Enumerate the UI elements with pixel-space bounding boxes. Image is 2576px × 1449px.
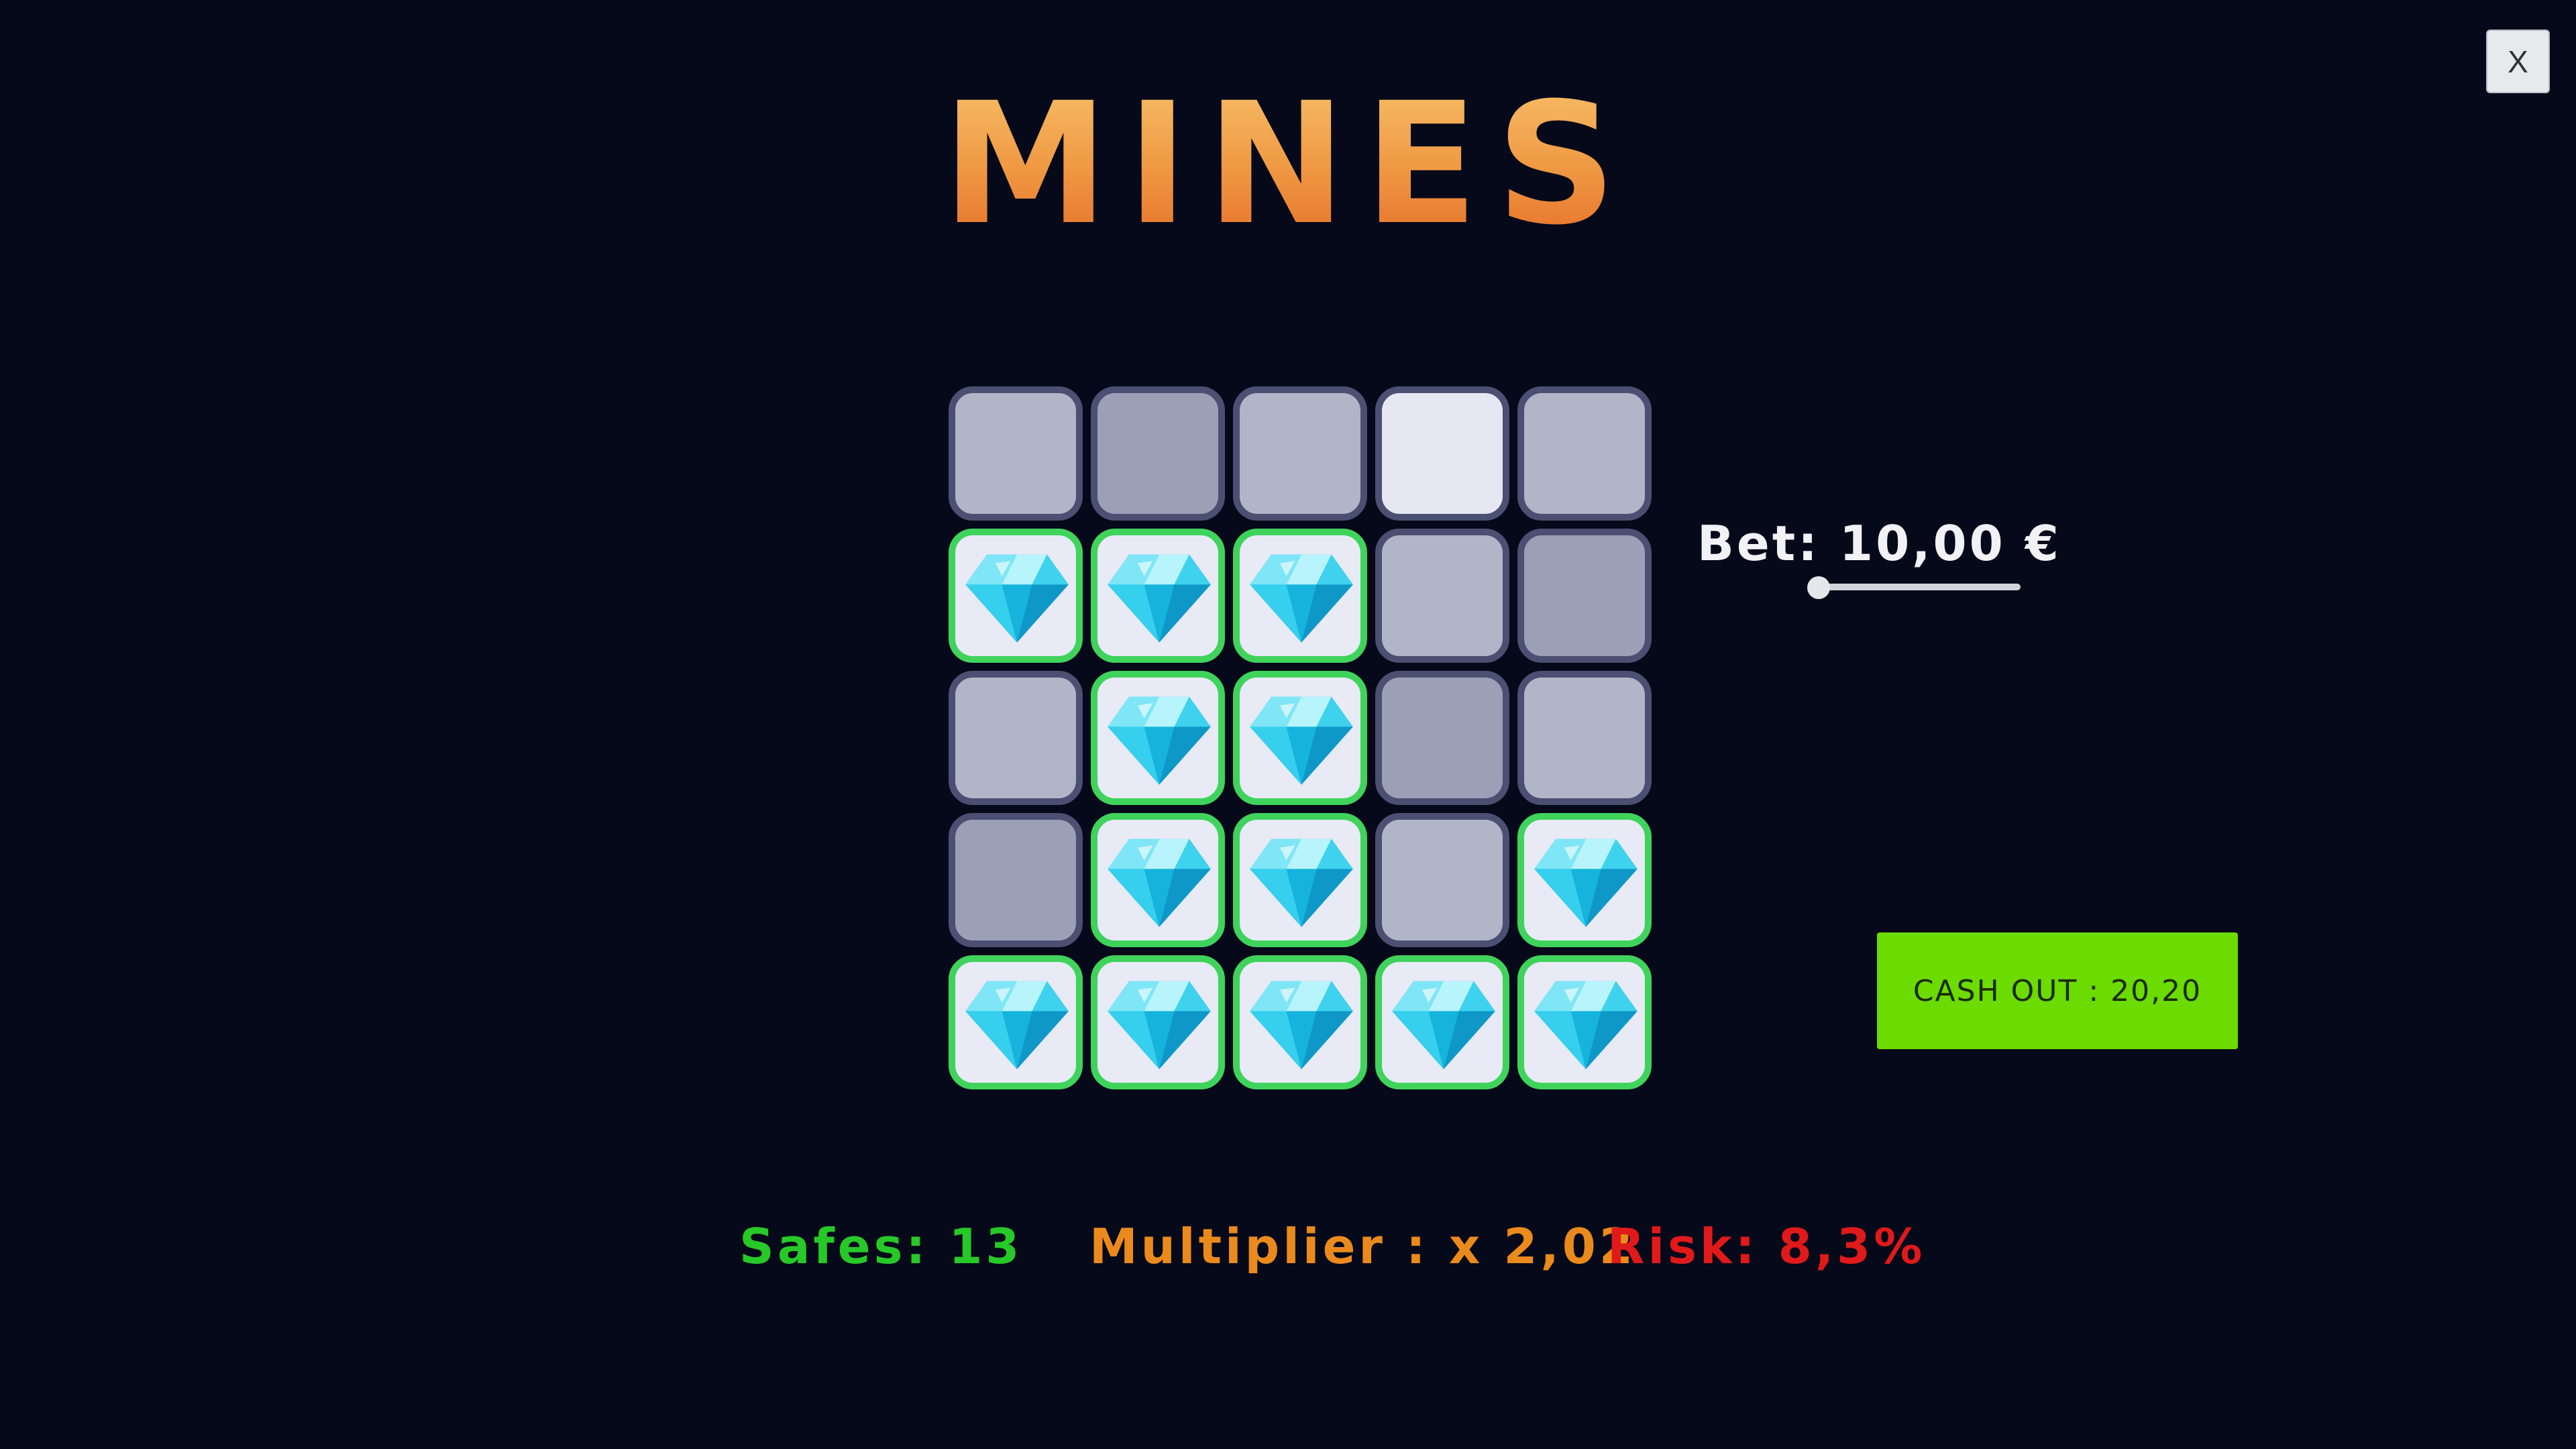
hidden-tile[interactable]: [1517, 671, 1652, 805]
hidden-tile[interactable]: [949, 813, 1083, 947]
diamond-icon: [1250, 554, 1353, 643]
revealed-gem-tile: [1233, 955, 1367, 1089]
revealed-gem-tile: [1375, 955, 1509, 1089]
hidden-tile[interactable]: [1517, 386, 1652, 521]
revealed-gem-tile: [1091, 813, 1225, 947]
revealed-gem-tile: [1517, 813, 1652, 947]
hidden-tile[interactable]: [1517, 529, 1652, 663]
diamond-icon: [1534, 981, 1638, 1069]
revealed-gem-tile: [949, 955, 1083, 1089]
cash-out-button[interactable]: CASH OUT : 20,20: [1877, 932, 2238, 1049]
revealed-gem-tile: [1091, 955, 1225, 1089]
revealed-gem-tile: [1091, 671, 1225, 805]
hidden-tile[interactable]: [1091, 386, 1225, 521]
revealed-gem-tile: [1233, 671, 1367, 805]
revealed-gem-tile: [1091, 529, 1225, 663]
hidden-tile[interactable]: [1233, 386, 1367, 521]
multiplier-display: Multiplier : x 2,02: [1089, 1218, 1636, 1275]
bet-slider-thumb[interactable]: [1807, 576, 1830, 599]
game-title: MINES: [0, 80, 2576, 248]
diamond-icon: [965, 554, 1069, 643]
safes-counter: Safes: 13: [739, 1218, 1023, 1275]
mines-board: [949, 386, 1653, 1091]
hidden-tile[interactable]: [949, 671, 1083, 805]
revealed-gem-tile: [1517, 955, 1652, 1089]
revealed-gem-tile: [1233, 813, 1367, 947]
revealed-gem-tile: [949, 529, 1083, 663]
diamond-icon: [1250, 696, 1353, 785]
diamond-icon: [1108, 696, 1211, 785]
hidden-tile[interactable]: [949, 386, 1083, 521]
diamond-icon: [1250, 981, 1353, 1069]
game-screen: X MINES Bet: 10,00 € CASH OUT : 20,20 Sa…: [0, 0, 2576, 1449]
diamond-icon: [1108, 839, 1211, 927]
diamond-icon: [965, 981, 1069, 1069]
diamond-icon: [1108, 981, 1211, 1069]
bet-slider-track[interactable]: [1811, 584, 2021, 590]
diamond-icon: [1534, 839, 1638, 927]
hidden-tile[interactable]: [1375, 529, 1509, 663]
bet-label: Bet: 10,00 €: [1697, 515, 2061, 572]
hidden-tile[interactable]: [1375, 386, 1509, 521]
revealed-gem-tile: [1233, 529, 1367, 663]
diamond-icon: [1108, 554, 1211, 643]
hidden-tile[interactable]: [1375, 671, 1509, 805]
risk-display: Risk: 8,3%: [1607, 1218, 1926, 1275]
hidden-tile[interactable]: [1375, 813, 1509, 947]
diamond-icon: [1250, 839, 1353, 927]
diamond-icon: [1392, 981, 1495, 1069]
